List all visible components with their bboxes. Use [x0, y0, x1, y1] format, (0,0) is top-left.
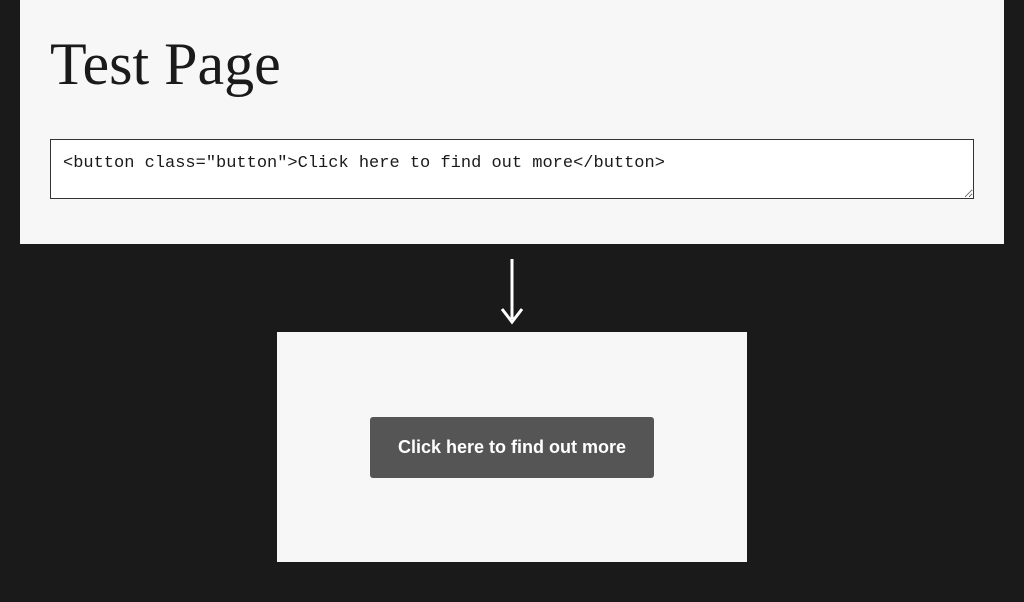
page-title: Test Page — [50, 30, 974, 99]
source-panel: Test Page — [20, 0, 1004, 244]
html-code-input[interactable] — [50, 139, 974, 199]
preview-panel: Click here to find out more — [277, 332, 747, 562]
preview-button[interactable]: Click here to find out more — [370, 417, 654, 478]
arrow-container — [0, 252, 1024, 332]
arrow-down-icon — [497, 257, 527, 327]
